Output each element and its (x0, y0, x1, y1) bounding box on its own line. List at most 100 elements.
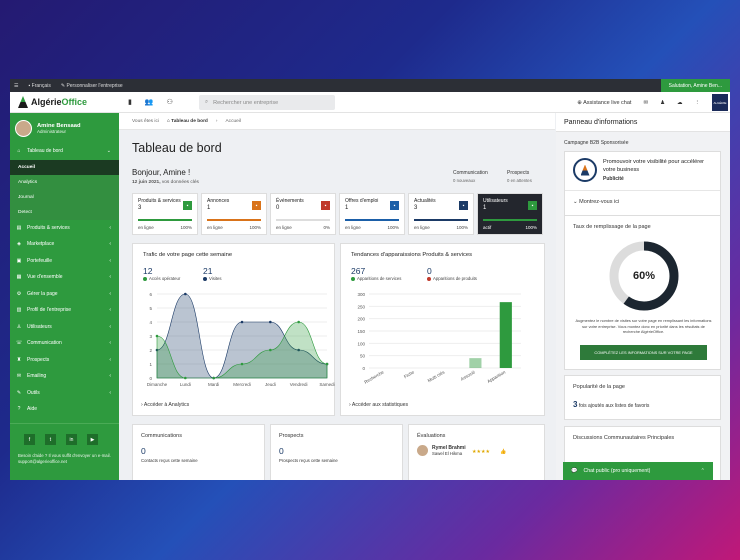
sidebar: Amine Bensaad Administrateur ⌂ Tableau de … (10, 113, 119, 480)
rating-stars-icon: ★★★★ (472, 449, 490, 455)
top-bar: ☰ ▪ Français ✎ Personnaliser l'entrepris… (10, 79, 730, 92)
chevron-left-icon: ‹ (109, 389, 111, 396)
kpi-progress (483, 219, 537, 221)
kpi-card-2[interactable]: Événements 0 ▪ en ligne 0% (270, 193, 336, 235)
logo[interactable]: AlgérieOffice (10, 96, 120, 108)
avatar (15, 119, 32, 137)
sidebar-item-dashboard[interactable]: ⌂ Tableau de bord ⌄ (10, 143, 119, 160)
facebook-icon[interactable]: f (24, 434, 35, 445)
sponsored-campaign-card[interactable]: Promouvoir votre visibilité pour accélér… (564, 151, 721, 219)
support-email[interactable]: support@algerieoffice.net (18, 459, 111, 465)
data-point (269, 320, 272, 324)
breadcrumb-home[interactable]: ⌂ Tableau de bord (167, 119, 208, 124)
statistics-link[interactable]: › Accéder aux statistiques (349, 402, 408, 408)
cloud-icon[interactable]: ☁ (677, 100, 683, 106)
sidebar-item-8[interactable]: ♜ Prospects ‹ (10, 352, 119, 369)
more-icon[interactable]: ⋮ (695, 100, 701, 106)
home-icon: ⌂ (17, 148, 21, 155)
menu-item-icon: ☏ (16, 340, 23, 347)
data-point (325, 362, 329, 366)
data-point (184, 292, 187, 296)
y-tick-label: 5 (149, 306, 152, 311)
data-point (184, 376, 187, 380)
sidebar-item-10[interactable]: ✎ Outils ‹ (10, 385, 119, 402)
sidebar-item-2[interactable]: ▣ Portefeuille ‹ (10, 253, 119, 270)
sidebar-item-0[interactable]: ▤ Produits & services ‹ (10, 220, 119, 237)
sidebar-sub-detect[interactable]: Detect (10, 204, 119, 220)
trends-bar-chart: 0 50 100 150 200 250 300 Recherche Fiche Multi cl… (357, 292, 521, 385)
kpi-progress (276, 219, 330, 221)
x-tick-label: Dimanche (147, 382, 168, 387)
users-icon[interactable]: 👥 (145, 98, 154, 106)
sidebar-item-11[interactable]: ? Aide (10, 401, 119, 418)
country-flag[interactable]: ALGÉRIE (712, 94, 728, 111)
search-input[interactable]: ⌕ Rechercher une entreprise (199, 95, 335, 110)
kpi-card-4[interactable]: Actualités 3 ▪ en ligne 100% (408, 193, 474, 235)
y-tick-label: 0 (362, 366, 365, 371)
show-yourself-link[interactable]: ⌄ Montrez-vous ici (573, 199, 619, 205)
chevron-left-icon: ‹ (109, 224, 111, 231)
x-tick-label: Fiche (403, 369, 415, 379)
x-tick-label: Recherche (363, 369, 385, 384)
x-tick-label: Apparition (486, 369, 506, 384)
x-tick-label: Jeudi (265, 382, 276, 387)
stat-prospects[interactable]: Prospects 0 en attentes (507, 170, 532, 183)
greeting-menu[interactable]: Salutation, Amine Ben... (660, 79, 730, 92)
y-tick-label: 50 (360, 354, 366, 359)
fill-rate-card: Taux de remplissage de la page 60% Augme… (564, 215, 721, 370)
public-chat-bar[interactable]: 💬 Chat public (pro uniquement) ⌃ (563, 462, 713, 480)
user-profile[interactable]: Amine Bensaad Administrateur (10, 113, 119, 143)
trends-panel: Tendances d'apparaissions Produits & ser… (340, 243, 545, 416)
kpi-card-1[interactable]: Annonces 1 ▪ en ligne 100% (201, 193, 267, 235)
sidebar-sub-accueil[interactable]: Accueil (10, 159, 119, 175)
complete-info-button[interactable]: COMPLÉTEZ LES INFORMATIONS SUR VOTRE PAG… (580, 345, 707, 360)
y-tick-label: 150 (357, 329, 365, 334)
sidebar-item-4[interactable]: ⚙ Gérer la page ‹ (10, 286, 119, 303)
bar (469, 358, 482, 368)
building-icon[interactable]: ▮ (128, 98, 132, 106)
twitter-icon[interactable]: t (45, 434, 56, 445)
data-point (212, 376, 215, 380)
y-tick-label: 200 (357, 317, 365, 322)
sidebar-item-6[interactable]: ♙ Utilisateurs ‹ (10, 319, 119, 336)
sidebar-item-3[interactable]: ▦ Vue d'ensemble ‹ (10, 269, 119, 286)
data-point (240, 362, 244, 366)
live-chat-button[interactable]: ⊕ Assistance live chat (577, 100, 631, 106)
sidebar-item-9[interactable]: ✉ Emailing ‹ (10, 368, 119, 385)
group-icon[interactable]: ⚇ (167, 98, 173, 106)
mail-icon[interactable]: ✉ (643, 100, 648, 106)
x-tick-label: Lundi (180, 382, 191, 387)
thumbs-up-icon[interactable]: 👍 (500, 449, 506, 455)
bell-icon[interactable]: ♟ (660, 100, 665, 106)
y-tick-label: 3 (149, 334, 152, 339)
sidebar-item-7[interactable]: ☏ Communication ‹ (10, 335, 119, 352)
kpi-card-3[interactable]: Offres d'emploi 1 ▪ en ligne 100% (339, 193, 405, 235)
prospects-card[interactable]: Prospects 0 Prospects reçus cette semain… (270, 424, 403, 480)
youtube-icon[interactable]: ▶ (87, 434, 98, 445)
chevron-down-icon: ⌄ (106, 148, 111, 155)
sidebar-item-1[interactable]: ◈ Marketplace ‹ (10, 236, 119, 253)
info-panel: Panneau d'informations Campagne B2B Spon… (556, 113, 730, 480)
communications-card[interactable]: Communications 0 Contacts reçus cette se… (132, 424, 265, 480)
y-tick-label: 2 (149, 348, 152, 353)
personalize-link[interactable]: ✎ Personnaliser l'entreprise (61, 83, 123, 89)
data-point (240, 320, 244, 324)
kpi-card-0[interactable]: Produits & services 3 ▪ en ligne 100% (132, 193, 198, 235)
sidebar-sub-analytics[interactable]: Analytics (10, 174, 119, 190)
data-point (155, 334, 159, 338)
x-tick-label: Multi clés (427, 369, 446, 383)
menu-icon[interactable]: ☰ (14, 83, 18, 89)
language-selector[interactable]: ▪ Français (28, 83, 50, 89)
stat-communication[interactable]: Communication 0 nouveaux (453, 170, 488, 183)
linkedin-icon[interactable]: in (66, 434, 77, 445)
menu-item-icon: ▤ (16, 224, 22, 231)
menu-item-icon: ▥ (16, 307, 22, 314)
kpi-progress (138, 219, 192, 221)
sidebar-item-5[interactable]: ▥ Profil de l'entreprise ‹ (10, 302, 119, 319)
sidebar-sub-journal[interactable]: Journal (10, 189, 119, 205)
analytics-link[interactable]: › Accéder à Analytics (141, 402, 189, 408)
y-tick-label: 0 (149, 376, 152, 381)
chevron-left-icon: ‹ (109, 274, 111, 281)
chevron-left-icon: ‹ (109, 257, 111, 264)
kpi-card-5[interactable]: Utilisateurs 1 ▪ actif 100% (477, 193, 543, 235)
